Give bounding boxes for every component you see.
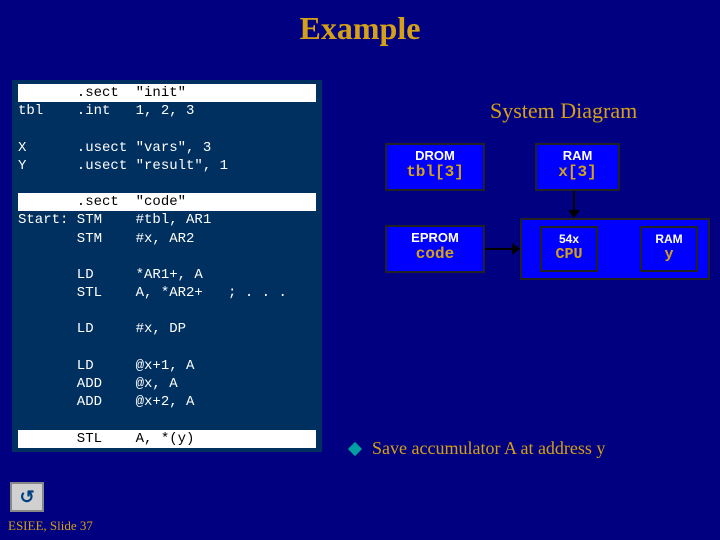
refresh-icon: ↺ (19, 487, 34, 508)
ram-x-label: RAM (537, 145, 618, 163)
arrow-head-right (512, 243, 520, 255)
code-line-highlight: .sect "code" (18, 193, 316, 211)
drom-value: tbl[3] (387, 163, 483, 181)
bullet-text: Save accumulator A at address y (372, 438, 605, 459)
ram-y-box: RAM y (640, 226, 698, 272)
eprom-label: EPROM (387, 227, 483, 245)
arrow-head-down (568, 210, 580, 218)
diagram-subtitle: System Diagram (490, 98, 637, 124)
bullet-icon (348, 441, 362, 455)
arrow-ram-to-cpu (573, 191, 575, 211)
bullet-row: Save accumulator A at address y (350, 438, 605, 459)
eprom-value: code (387, 245, 483, 263)
ram-y-value: y (642, 246, 696, 263)
drom-box: DROM tbl[3] (385, 143, 485, 191)
ram-y-label: RAM (642, 228, 696, 246)
slide-footer: ESIEE, Slide 37 (8, 518, 93, 534)
cpu-box: 54x CPU (540, 226, 598, 272)
eprom-box: EPROM code (385, 225, 485, 273)
code-line-highlight: .sect "init" (18, 84, 316, 102)
drom-label: DROM (387, 145, 483, 163)
arrow-eprom-to-cpu (485, 248, 513, 250)
assembly-code-block: .sect "init" tbl .int 1, 2, 3 X .usect "… (12, 80, 322, 452)
ram-x-box: RAM x[3] (535, 143, 620, 191)
code-line-highlight: STL A, *(y) (18, 430, 316, 448)
nav-back-button[interactable]: ↺ (10, 482, 44, 512)
cpu-label1: 54x (542, 228, 596, 246)
page-title: Example (0, 0, 720, 47)
ram-x-value: x[3] (537, 163, 618, 181)
cpu-label2: CPU (542, 246, 596, 263)
